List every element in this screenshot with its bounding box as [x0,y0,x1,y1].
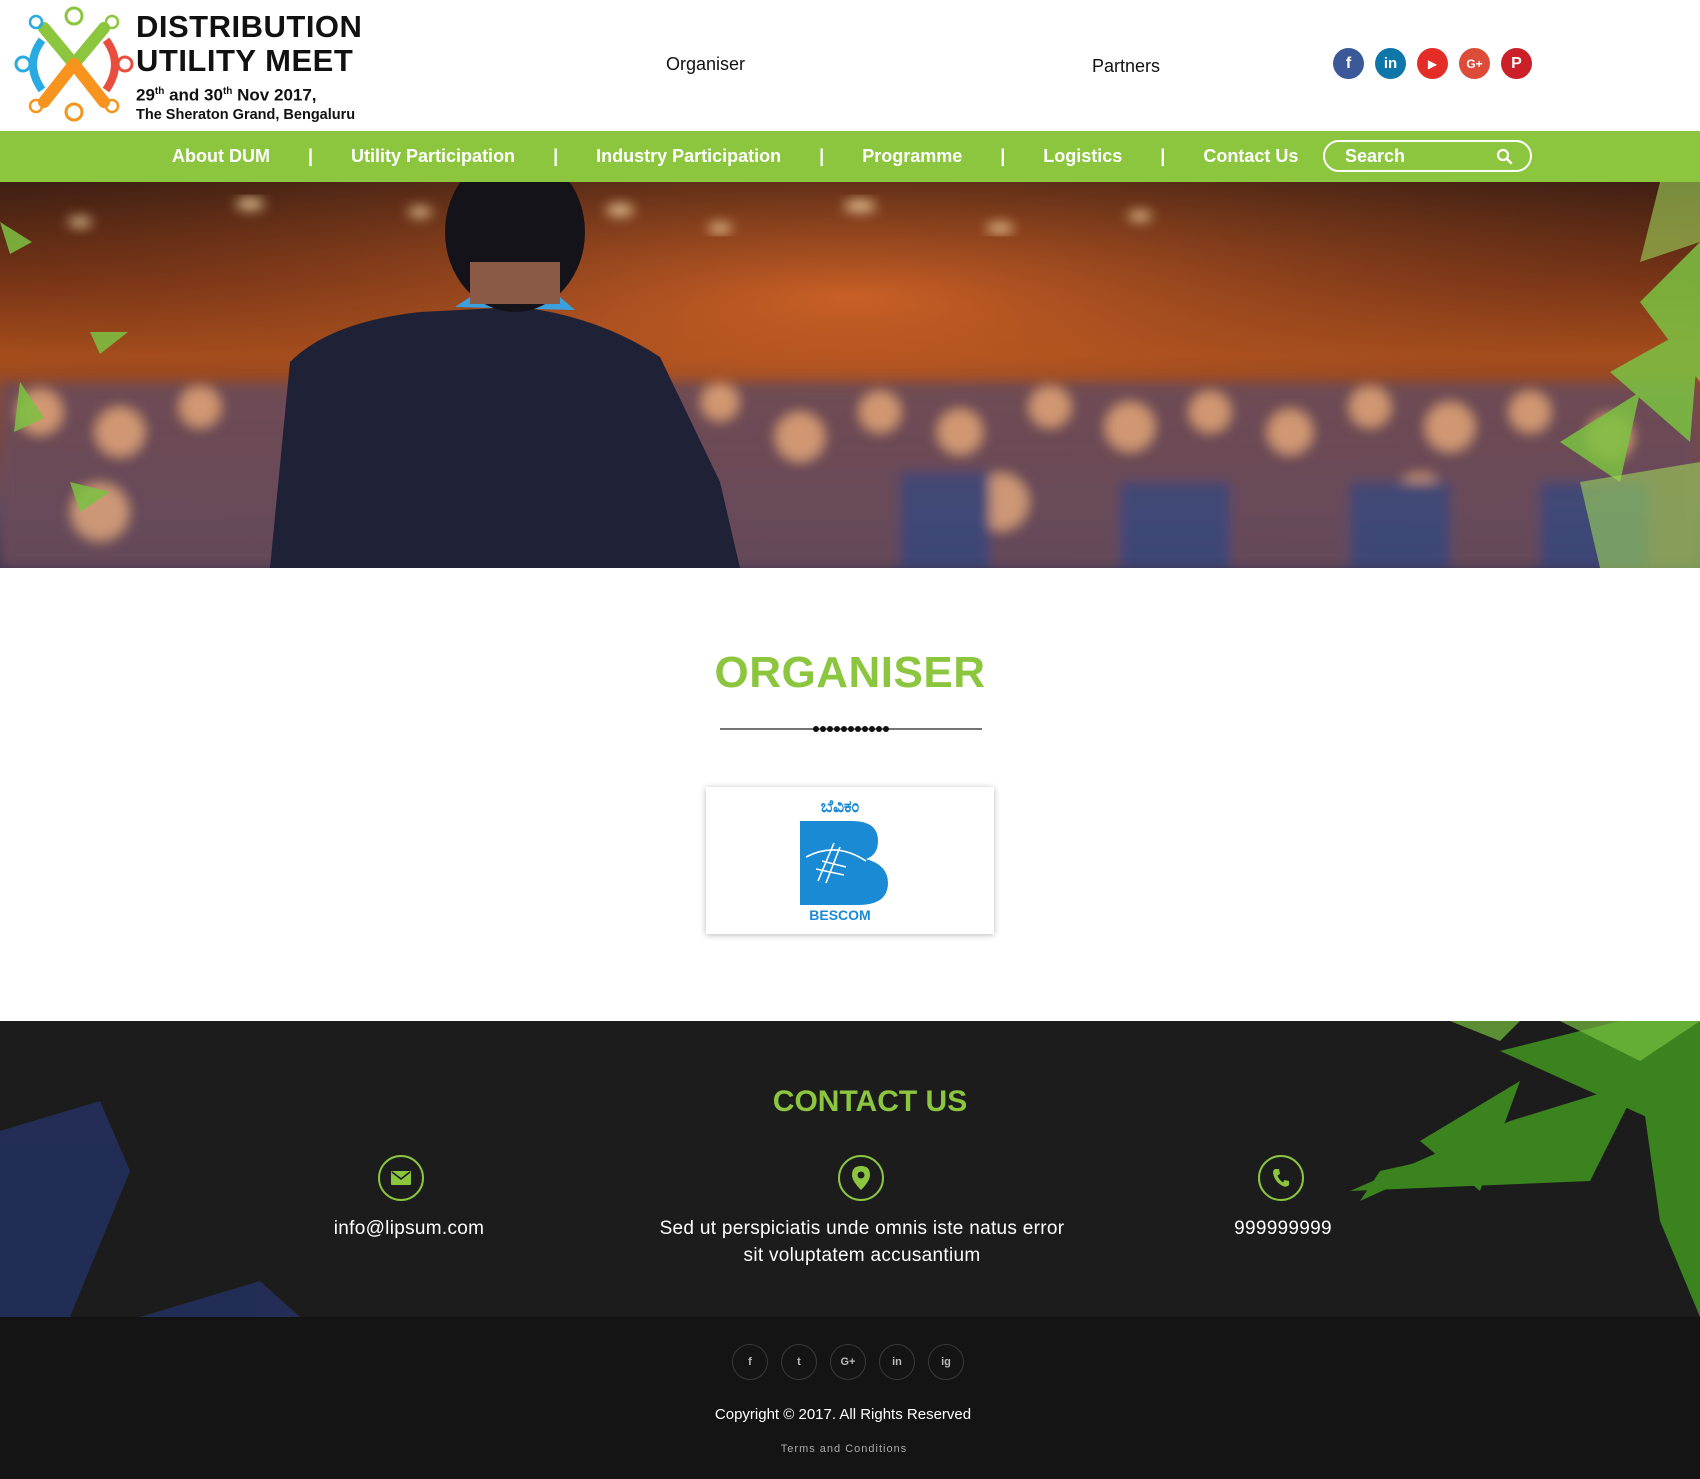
site-header: DISTRIBUTION UTILITY MEET 29th and 30th … [0,0,1700,131]
nav-separator: | [307,146,314,166]
hero-image [0,182,1700,568]
logo-venue: The Sheraton Grand, Bengaluru [136,106,356,123]
hero-banner [0,182,1700,568]
organiser-title: ORGANISER [714,648,986,697]
nav-separator: | [1000,146,1006,166]
logo-title-line1: DISTRIBUTION [136,9,363,44]
nav-item-utility-participation[interactable]: Utility Participation [351,146,515,167]
search-icon[interactable] [1495,147,1515,167]
contact-address-line1: Sed ut perspiciatis unde omnis iste natu… [659,1218,1065,1239]
contact-address: Sed ut perspiciatis unde omnis iste natu… [612,1215,1112,1269]
bescom-logo: ಬೆವಿಕಂ BESCOM [800,797,900,925]
search-box [1323,140,1532,172]
nav-item-about-dum[interactable]: About DUM [172,146,270,167]
logo-text: DISTRIBUTION UTILITY MEET 29th and 30th … [136,10,362,124]
organiser-card-bescom[interactable]: ಬೆವಿಕಂ BESCOM [706,787,994,934]
bottom-footer: f t G+ in ig Copyright © 2017. All Right… [0,1317,1700,1479]
nav-item-industry-participation[interactable]: Industry Participation [596,146,781,167]
bescom-logo-script: ಬೆವಿಕಂ [820,797,860,817]
contact-section: CONTACT US info@lipsum.com Sed ut perspi… [0,1021,1700,1317]
nav-item-logistics[interactable]: Logistics [1043,146,1122,167]
linkedin-icon[interactable]: in [879,1344,915,1380]
google-plus-icon[interactable]: G+ [1459,48,1490,79]
google-plus-icon[interactable]: G+ [830,1344,866,1380]
footer-social-links: f t G+ in ig [732,1344,964,1380]
logo-date: 29th and 30th Nov 2017, [136,85,317,105]
email-icon [378,1155,424,1201]
main-nav: About DUM | Utility Participation | Indu… [0,131,1700,182]
title-divider [720,726,982,732]
bescom-b-icon [800,821,888,905]
pinterest-icon[interactable]: P [1501,48,1532,79]
header-social-links: f in ▶ G+ P [1333,48,1532,79]
facebook-icon[interactable]: f [1333,48,1364,79]
terms-link[interactable]: Terms and Conditions [0,1443,1688,1455]
linkedin-icon[interactable]: in [1375,48,1406,79]
header-link-organiser[interactable]: Organiser [666,54,745,75]
nav-separator: | [1160,146,1166,166]
site-logo[interactable]: DISTRIBUTION UTILITY MEET 29th and 30th … [14,6,362,124]
location-pin-icon [838,1155,884,1201]
phone-icon [1258,1155,1304,1201]
contact-address-line2: sit voluptatem accusantium [743,1245,981,1266]
nav-item-programme[interactable]: Programme [862,146,962,167]
nav-separator: | [819,146,825,166]
contact-phone-link[interactable]: 999999999 [1183,1215,1383,1242]
copyright-text: Copyright © 2017. All Rights Reserved [714,1406,972,1423]
header-link-partners[interactable]: Partners [1092,56,1160,77]
logo-title-line2: UTILITY MEET [136,43,354,78]
facebook-icon[interactable]: f [732,1344,768,1380]
nav-items: About DUM | Utility Participation | Indu… [172,131,1298,182]
youtube-icon[interactable]: ▶ [1417,48,1448,79]
instagram-icon[interactable]: ig [928,1344,964,1380]
bescom-logo-name: BESCOM [809,907,871,923]
contact-title: CONTACT US [772,1085,968,1118]
contact-email-link[interactable]: info@lipsum.com [309,1215,509,1242]
search-input[interactable] [1345,145,1495,167]
nav-item-contact-us[interactable]: Contact Us [1203,146,1298,167]
logo-mark-icon [14,6,134,122]
nav-separator: | [553,146,559,166]
twitter-icon[interactable]: t [781,1344,817,1380]
